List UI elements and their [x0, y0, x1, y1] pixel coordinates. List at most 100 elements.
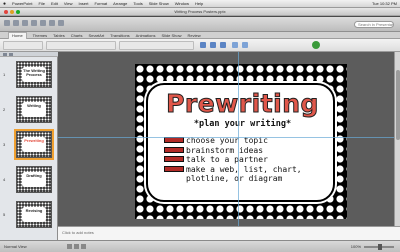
bullet-item[interactable]: brainstorm ideas — [164, 146, 336, 156]
menu-item-view[interactable]: View — [64, 1, 73, 6]
bullet-item[interactable]: make a web, list, chart, plotline, or di… — [164, 165, 336, 183]
view-buttons — [66, 244, 86, 249]
new-icon[interactable] — [4, 20, 10, 26]
arrange-icon[interactable] — [232, 42, 238, 48]
vertical-guide[interactable] — [238, 52, 239, 226]
ribbon-tabs: Home Themes Tables Charts SmartArt Trans… — [0, 31, 400, 39]
tab-transitions[interactable]: Transitions — [110, 33, 129, 38]
templates-icon[interactable] — [13, 20, 19, 26]
slide-thumbnail-row[interactable]: 4 Drafting — [0, 165, 58, 195]
zoom-level: 100% — [350, 244, 361, 249]
standard-toolbar: Search in Presentation — [0, 17, 400, 32]
menu-item-file[interactable]: File — [39, 1, 45, 6]
menu-item-insert[interactable]: Insert — [78, 1, 88, 6]
menu-item-app[interactable]: PowerPoint — [12, 1, 32, 6]
insert-text-icon[interactable] — [200, 42, 206, 48]
print-icon[interactable] — [40, 20, 46, 26]
bullet-text: brainstorm ideas — [186, 145, 264, 155]
vertical-scrollbar[interactable] — [394, 52, 400, 226]
thumbnail-content: Revising — [22, 207, 46, 222]
bullet-text: make a web, list, chart, plotline, or di… — [186, 164, 302, 183]
thumbnail-content: The Writing Process — [22, 67, 46, 82]
horizontal-guide[interactable] — [58, 137, 400, 138]
slide-number: 3 — [3, 142, 6, 147]
notes-pane[interactable]: Click to add notes — [58, 226, 400, 240]
status-bar: Normal View 100% — [0, 240, 400, 252]
slide-number: 2 — [3, 107, 6, 112]
slide-thumbnail[interactable]: Revising — [16, 201, 52, 228]
tab-review[interactable]: Review — [187, 33, 200, 38]
slide-thumbnail-row[interactable]: 5 Revising — [0, 200, 58, 230]
scrollbar-thumb[interactable] — [396, 70, 400, 140]
slide-number: 5 — [3, 212, 6, 217]
quick-styles-icon[interactable] — [242, 42, 248, 48]
outline-view-icon[interactable] — [9, 53, 13, 56]
normal-view-icon[interactable] — [66, 244, 72, 249]
tab-themes[interactable]: Themes — [33, 33, 47, 38]
tab-smartart[interactable]: SmartArt — [88, 33, 104, 38]
slide-number: 1 — [3, 72, 6, 77]
thumbnail-title: Revising — [25, 208, 43, 213]
slide-title[interactable]: Prewriting — [148, 89, 337, 118]
bullet-marker — [164, 156, 184, 162]
paragraph-group[interactable] — [119, 41, 194, 50]
document-title: Writing Process Posters.pptx — [174, 9, 226, 14]
bullet-text: talk to a partner — [186, 155, 268, 164]
font-group[interactable] — [46, 41, 116, 50]
slide-thumbnail-selected[interactable]: Prewriting — [14, 129, 54, 160]
zoom-slider[interactable] — [364, 243, 394, 250]
slide-thumbnail[interactable]: Writing — [16, 96, 52, 123]
menu-item-window[interactable]: Window — [175, 1, 189, 6]
slide-thumbnail[interactable]: Drafting — [16, 166, 52, 193]
open-icon[interactable] — [22, 20, 28, 26]
menu-item-format[interactable]: Format — [94, 1, 107, 6]
sorter-view-icon[interactable] — [73, 244, 79, 249]
apple-menu-icon[interactable]: ● — [3, 1, 6, 7]
slide-number: 4 — [3, 177, 6, 182]
insert-picture-icon[interactable] — [210, 42, 216, 48]
menu-bar: ● PowerPoint File Edit View Insert Forma… — [0, 0, 400, 8]
tab-home[interactable]: Home — [8, 31, 27, 39]
slides-group[interactable] — [3, 41, 43, 50]
tab-charts[interactable]: Charts — [71, 33, 83, 38]
zoom-slider-knob[interactable] — [378, 243, 382, 250]
slides-view-icon[interactable] — [3, 53, 7, 56]
slide-content-frame[interactable]: Prewriting *plan your writing* choose yo… — [146, 83, 335, 202]
redo-icon[interactable] — [58, 20, 64, 26]
slide-thumbnail-row[interactable]: 2 Writing — [0, 95, 58, 125]
thumbnail-content: Writing — [22, 102, 46, 117]
slideshow-view-icon[interactable] — [80, 244, 86, 249]
tab-animations[interactable]: Animations — [136, 33, 156, 38]
toolbar-icons — [4, 20, 64, 26]
bullet-list[interactable]: choose your topic brainstorm ideas talk … — [164, 136, 336, 183]
clock: Tue 10:32 PM — [372, 1, 397, 6]
thumbnail-title: The Writing Process — [23, 68, 45, 77]
menu-item-edit[interactable]: Edit — [51, 1, 58, 6]
tab-tables[interactable]: Tables — [53, 33, 65, 38]
slide-thumbnail-row[interactable]: 1 The Writing Process — [0, 60, 58, 90]
bullet-item[interactable]: talk to a partner — [164, 155, 336, 165]
play-slideshow-icon[interactable] — [312, 41, 320, 49]
menu-item-help[interactable]: Help — [195, 1, 203, 6]
undo-icon[interactable] — [49, 20, 55, 26]
view-label: Normal View — [4, 244, 27, 249]
ribbon — [0, 39, 400, 52]
current-slide[interactable]: Prewriting *plan your writing* choose yo… — [135, 64, 347, 219]
save-icon[interactable] — [31, 20, 37, 26]
search-input[interactable]: Search in Presentation — [354, 21, 394, 28]
slide-editing-area[interactable]: Prewriting *plan your writing* choose yo… — [58, 52, 400, 226]
slide-thumbnail-row[interactable]: 3 Prewriting — [0, 129, 58, 160]
thumbnail-content: Drafting — [22, 172, 46, 187]
panel-header — [0, 52, 58, 57]
thumbnail-content: Prewriting — [22, 137, 46, 152]
menu-item-tools[interactable]: Tools — [133, 1, 142, 6]
slide-subtitle[interactable]: *plan your writing* — [148, 119, 337, 129]
bullet-marker — [164, 146, 184, 153]
menu-item-slideshow[interactable]: Slide Show — [149, 1, 169, 6]
zoom-control: 100% — [350, 243, 394, 250]
tab-slideshow[interactable]: Slide Show — [161, 33, 181, 38]
menu-item-arrange[interactable]: Arrange — [113, 1, 127, 6]
slide-thumbnail[interactable]: The Writing Process — [16, 61, 52, 88]
insert-shape-icon[interactable] — [220, 42, 226, 48]
thumbnail-title: Drafting — [26, 173, 42, 178]
